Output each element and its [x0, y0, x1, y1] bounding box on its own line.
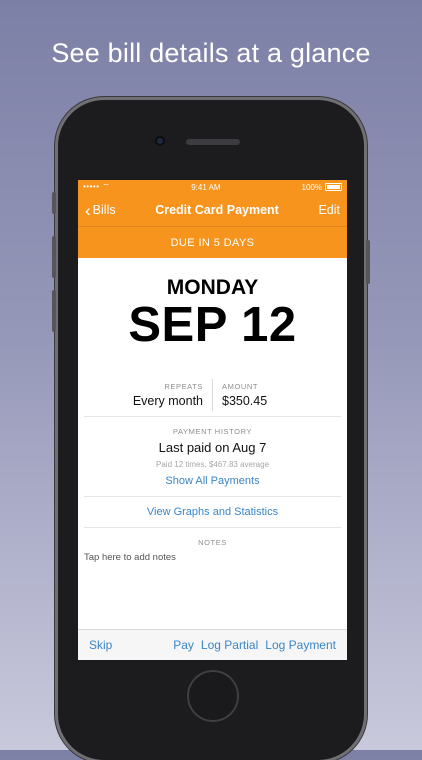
last-paid: Last paid on Aug 7 — [158, 440, 267, 455]
battery-indicator: 100% — [302, 183, 342, 192]
repeats-value: Every month — [132, 394, 203, 408]
status-time: 9:41 AM — [191, 182, 221, 192]
app-screen: ••••• ⌔ 9:41 AM 100% ‹ Bills Credit Card… — [78, 180, 347, 660]
home-button — [187, 670, 239, 722]
due-date: MONDAY SEP 12 — [78, 258, 347, 350]
back-label: Bills — [92, 203, 116, 217]
show-all-payments-link[interactable]: Show All Payments — [78, 475, 347, 487]
repeats-cell: REPEATS Every month — [78, 379, 213, 411]
view-graphs-link[interactable]: View Graphs and Statistics — [78, 497, 347, 527]
status-bar: ••••• ⌔ 9:41 AM 100% — [78, 180, 347, 194]
due-banner: DUE IN 5 DAYS — [78, 227, 347, 258]
battery-percent: 100% — [301, 182, 322, 192]
page-title: Credit Card Payment — [155, 203, 279, 217]
wifi-icon: ⌔ — [102, 182, 111, 191]
notes-label: NOTES — [198, 538, 227, 547]
power-button — [366, 240, 370, 284]
mute-switch — [52, 192, 56, 214]
due-date-value: SEP 12 — [128, 298, 297, 352]
volume-down-button — [52, 290, 56, 332]
volume-up-button — [52, 236, 56, 278]
skip-button[interactable]: Skip — [89, 638, 112, 652]
chevron-left-icon: ‹ — [85, 200, 91, 220]
bill-details: REPEATS Every month AMOUNT $350.45 — [78, 374, 347, 416]
payment-history-label: PAYMENT HISTORY — [172, 427, 253, 436]
pay-button[interactable]: Pay — [173, 638, 194, 652]
log-partial-button[interactable]: Log Partial — [201, 638, 258, 652]
notes-section[interactable]: NOTES Tap here to add notes — [78, 528, 347, 563]
battery-icon — [324, 183, 342, 191]
log-payment-button[interactable]: Log Payment — [265, 638, 336, 652]
headline: See bill details at a glance — [51, 38, 371, 68]
edit-button[interactable]: Edit — [318, 203, 340, 217]
earpiece-speaker — [186, 139, 240, 145]
notes-input[interactable]: Tap here to add notes — [84, 552, 341, 563]
repeats-label: REPEATS — [164, 382, 203, 391]
phone-frame: ••••• ⌔ 9:41 AM 100% ‹ Bills Credit Card… — [52, 100, 370, 760]
back-button[interactable]: ‹ Bills — [85, 202, 116, 219]
amount-label: AMOUNT — [222, 382, 259, 391]
navigation-bar: ‹ Bills Credit Card Payment Edit — [78, 194, 347, 227]
due-weekday: MONDAY — [166, 276, 259, 299]
bottom-toolbar: Skip Pay Log Partial Log Payment — [78, 629, 347, 660]
amount-cell: AMOUNT $350.45 — [213, 374, 347, 416]
signal-strength: ••••• ⌔ — [83, 182, 111, 191]
amount-value: $350.45 — [222, 394, 268, 408]
payment-summary: Paid 12 times, $467.83 average — [156, 460, 269, 469]
payment-history: PAYMENT HISTORY Last paid on Aug 7 Paid … — [78, 417, 347, 496]
front-camera — [155, 136, 165, 146]
payment-actions: Pay Log Partial Log Payment — [173, 638, 336, 652]
